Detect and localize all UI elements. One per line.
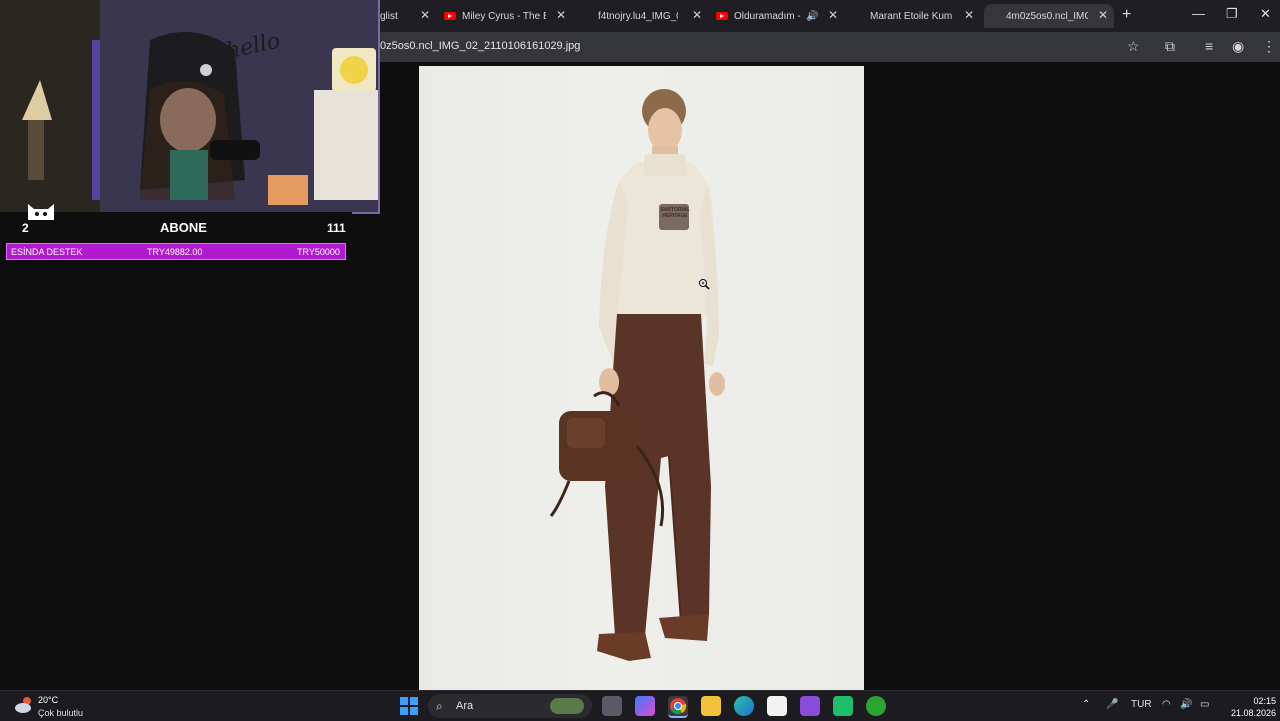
tab-title: glist [380, 10, 398, 22]
microphone-icon[interactable]: 🎤 [1106, 699, 1118, 710]
taskbar-search[interactable]: ⌕ Ara [428, 694, 592, 718]
close-tab-icon[interactable]: ✕ [690, 8, 704, 22]
volume-icon[interactable]: 🔊 [1180, 699, 1192, 710]
battery-icon[interactable]: ▭ [1200, 699, 1209, 710]
close-window-icon[interactable]: ✕ [1260, 6, 1271, 22]
donation-goal-bar: ESİNDA DESTEK TRY49882.00 TRY50000 [6, 243, 346, 260]
tab-title: Olduramadım - [734, 10, 801, 22]
microsoft-store-icon[interactable] [767, 696, 787, 716]
chevron-up-icon[interactable]: ⌃ [1082, 699, 1090, 710]
close-tab-icon[interactable]: ✕ [826, 8, 840, 22]
zoom-in-cursor-icon [699, 279, 710, 290]
close-tab-icon[interactable]: ✕ [418, 8, 432, 22]
chrome-icon[interactable] [668, 696, 688, 718]
url-text[interactable]: 0z5os0.ncl_IMG_02_2110106161029.jpg [380, 40, 580, 52]
product-photo[interactable]: SARTORIAL HERITAGE [419, 66, 864, 690]
close-tab-icon[interactable]: ✕ [554, 8, 568, 22]
search-icon: ⌕ [436, 699, 443, 713]
language-indicator[interactable]: TUR [1131, 699, 1152, 710]
donation-goal: TRY50000 [297, 247, 340, 257]
youtube-icon [716, 12, 728, 20]
menu-kebab-icon[interactable]: ⋮ [1262, 38, 1276, 55]
weather-temperature[interactable]: 20°C [38, 695, 58, 705]
minimize-icon[interactable]: — [1192, 6, 1205, 21]
webcam-scene [0, 0, 378, 212]
cat-logo-icon [28, 204, 54, 220]
profile-icon[interactable]: ◉ [1232, 38, 1244, 55]
model-illustration [549, 89, 725, 661]
tab-marant-etoile[interactable]: Marant Etoile Kum K ✕ [870, 4, 976, 28]
weather-description[interactable]: Çok bulutlu [38, 708, 83, 718]
tab-glist[interactable]: glist ✕ [380, 4, 432, 28]
discord-app-icon[interactable] [800, 696, 820, 716]
messaging-app-icon[interactable] [833, 696, 853, 716]
extensions-icon[interactable]: ⧉ [1165, 38, 1175, 55]
clock[interactable]: 02:15 21.08.2026 [1226, 695, 1276, 719]
clock-time: 02:15 [1253, 696, 1276, 706]
windows-start-icon[interactable] [399, 696, 419, 716]
donation-label: ESİNDA DESTEK [11, 247, 83, 257]
tab-title: Miley Cyrus - The Ba [462, 10, 546, 22]
tab-img-01[interactable]: f4tnojry.lu4_IMG_01 ✕ [598, 4, 704, 28]
task-view-icon[interactable] [602, 696, 622, 716]
donation-current: TRY49882.00 [147, 247, 203, 257]
xbox-icon[interactable] [866, 696, 886, 716]
tab-active-image[interactable]: 4m0z5os0.ncl_IMG_ ✕ [984, 4, 1114, 28]
tab-olduramadim[interactable]: Olduramadım - 🔊 ✕ [716, 4, 840, 28]
restore-icon[interactable]: ❐ [1226, 6, 1238, 22]
close-tab-icon[interactable]: ✕ [1096, 8, 1110, 22]
new-tab-button[interactable]: + [1122, 6, 1131, 24]
subscriber-count-left: 2 [22, 221, 29, 235]
sweater-print-line2: HERITAGE [662, 213, 688, 219]
close-tab-icon[interactable]: ✕ [962, 8, 976, 22]
youtube-icon [444, 12, 456, 20]
media-controls-icon[interactable]: ≡ [1205, 38, 1213, 54]
speaker-icon[interactable]: 🔊 [806, 11, 818, 22]
copilot-icon[interactable] [635, 696, 655, 716]
search-highlight-icon [550, 698, 584, 714]
tab-title: 4m0z5os0.ncl_IMG_ [1006, 10, 1088, 22]
tab-title: f4tnojry.lu4_IMG_01 [598, 10, 678, 22]
windows-taskbar: 20°C Çok bulutlu ⌕ Ara ⌃ 🎤 TUR ◠ 🔊 ▭ 02:… [0, 690, 1280, 721]
tab-title: Marant Etoile Kum K [870, 10, 952, 22]
clock-date: 21.08.2026 [1230, 708, 1276, 718]
webcam-overlay: hello [0, 0, 380, 214]
cloudy-weather-icon[interactable] [14, 695, 34, 715]
file-explorer-icon[interactable] [701, 696, 721, 716]
search-placeholder: Ara [456, 700, 474, 712]
wifi-icon[interactable]: ◠ [1162, 699, 1171, 710]
tab-miley-cyrus[interactable]: Miley Cyrus - The Ba ✕ [444, 4, 568, 28]
subscriber-count-right: 111 [327, 221, 346, 235]
edge-icon[interactable] [734, 696, 754, 716]
bookmark-star-icon[interactable]: ☆ [1127, 38, 1140, 55]
abone-label: ABONE [160, 220, 207, 235]
